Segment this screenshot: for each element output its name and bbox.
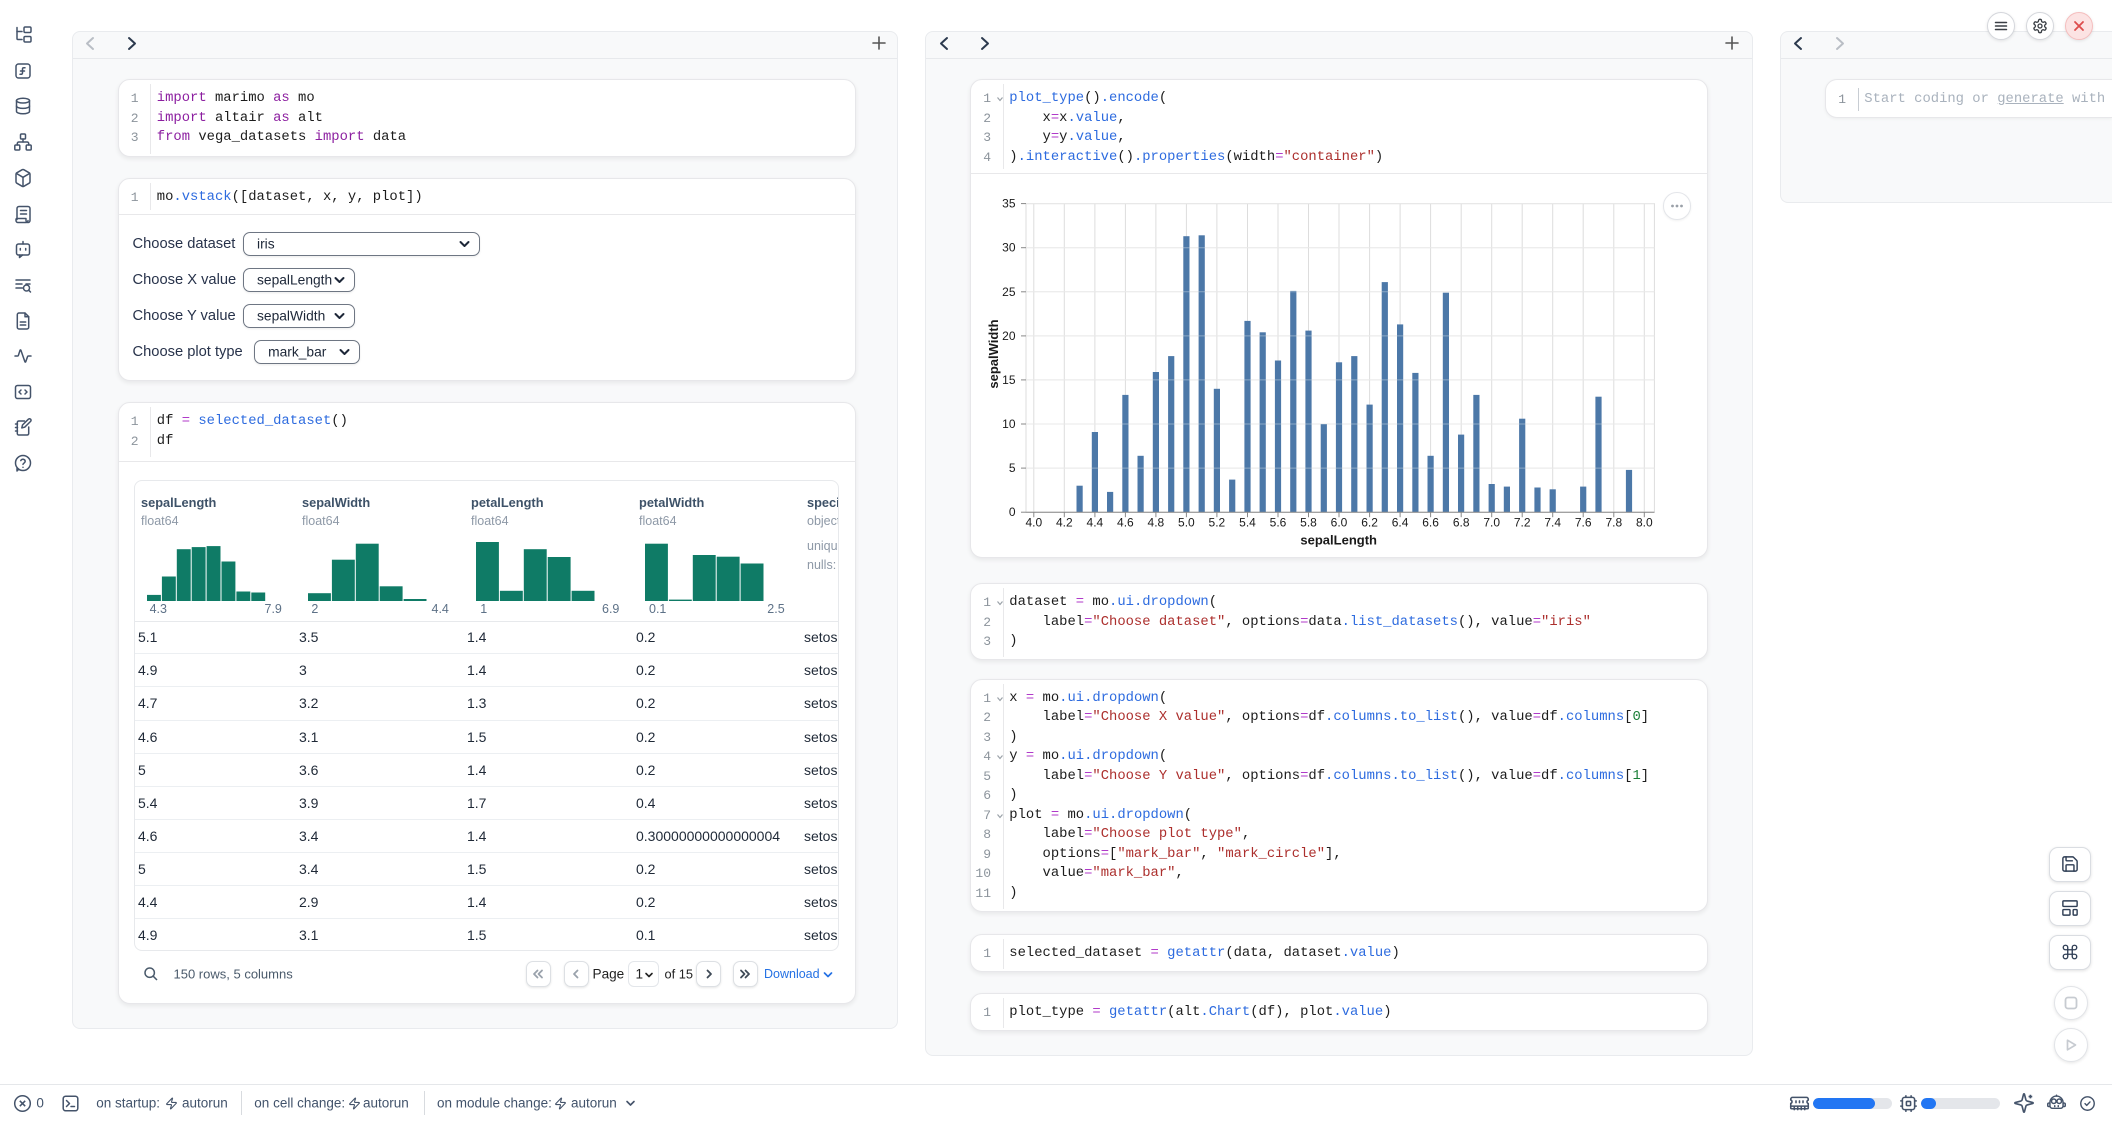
svg-text:7.8: 7.8 — [1605, 516, 1622, 530]
svg-text:5.6: 5.6 — [1270, 516, 1287, 530]
svg-text:10: 10 — [1002, 417, 1016, 431]
svg-text:5.8: 5.8 — [1300, 516, 1317, 530]
svg-text:35: 35 — [1002, 197, 1016, 211]
svg-text:6.2: 6.2 — [1361, 516, 1378, 530]
svg-text:5: 5 — [1009, 461, 1016, 475]
svg-text:25: 25 — [1002, 285, 1016, 299]
svg-text:5.4: 5.4 — [1239, 516, 1256, 530]
svg-text:4.4: 4.4 — [1087, 516, 1104, 530]
svg-text:7.4: 7.4 — [1544, 516, 1561, 530]
svg-text:4.2: 4.2 — [1056, 516, 1073, 530]
svg-text:0: 0 — [1009, 505, 1016, 519]
svg-text:6.4: 6.4 — [1392, 516, 1409, 530]
svg-text:7.2: 7.2 — [1514, 516, 1531, 530]
svg-text:8.0: 8.0 — [1636, 516, 1653, 530]
svg-text:5.0: 5.0 — [1178, 516, 1195, 530]
svg-text:7.0: 7.0 — [1483, 516, 1500, 530]
svg-text:7.6: 7.6 — [1575, 516, 1592, 530]
svg-text:30: 30 — [1002, 241, 1016, 255]
svg-text:sepalLength: sepalLength — [1300, 533, 1377, 548]
svg-text:4.8: 4.8 — [1148, 516, 1165, 530]
svg-text:4.0: 4.0 — [1025, 516, 1042, 530]
svg-text:6.6: 6.6 — [1422, 516, 1439, 530]
svg-text:6.0: 6.0 — [1331, 516, 1348, 530]
svg-text:sepalWidth: sepalWidth — [986, 320, 1001, 389]
svg-text:6.8: 6.8 — [1453, 516, 1470, 530]
svg-text:20: 20 — [1002, 329, 1016, 343]
svg-text:5.2: 5.2 — [1209, 516, 1226, 530]
svg-text:15: 15 — [1002, 373, 1016, 387]
svg-text:4.6: 4.6 — [1117, 516, 1134, 530]
